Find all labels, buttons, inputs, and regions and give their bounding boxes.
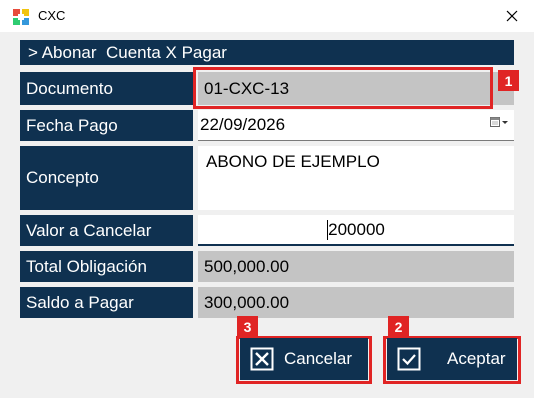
close-button[interactable]	[496, 0, 528, 32]
calendar-dropdown-icon[interactable]	[490, 116, 508, 128]
x-box-icon	[250, 347, 274, 371]
check-box-icon	[397, 347, 421, 371]
concepto-textarea[interactable]: ABONO DE EJEMPLO	[198, 146, 514, 210]
concepto-label: Concepto	[20, 146, 193, 210]
valor-cancelar-input[interactable]: 200000	[198, 215, 514, 246]
annotation-badge-1: 1	[498, 70, 519, 91]
saldo-pagar-field: 300,000.00	[198, 287, 514, 318]
total-obligacion-label: Total Obligación	[20, 251, 193, 282]
annotation-badge-3: 3	[237, 316, 258, 337]
app-logo-icon	[13, 9, 29, 25]
annotation-badge-2: 2	[388, 316, 409, 337]
accept-button[interactable]: Aceptar	[387, 338, 517, 380]
cancel-button-label: Cancelar	[284, 349, 353, 368]
window-title: CXC	[38, 8, 66, 23]
valor-cancelar-label: Valor a Cancelar	[20, 215, 193, 246]
title-bar: CXC	[0, 0, 534, 32]
close-icon	[506, 10, 518, 22]
documento-highlight	[193, 67, 493, 109]
form-header: > Abonar Cuenta X Pagar	[20, 40, 514, 65]
documento-label: Documento	[20, 72, 193, 105]
total-obligacion-field: 500,000.00	[198, 251, 514, 282]
fecha-pago-value: 22/09/2026	[200, 115, 286, 134]
fecha-pago-picker[interactable]: 22/09/2026	[198, 110, 514, 141]
saldo-pagar-label: Saldo a Pagar	[20, 287, 193, 318]
fecha-pago-label: Fecha Pago	[20, 110, 193, 141]
cancel-button[interactable]: Cancelar	[240, 338, 368, 380]
accept-button-label: Aceptar	[447, 349, 506, 368]
valor-cancelar-value: 200000	[328, 219, 385, 239]
